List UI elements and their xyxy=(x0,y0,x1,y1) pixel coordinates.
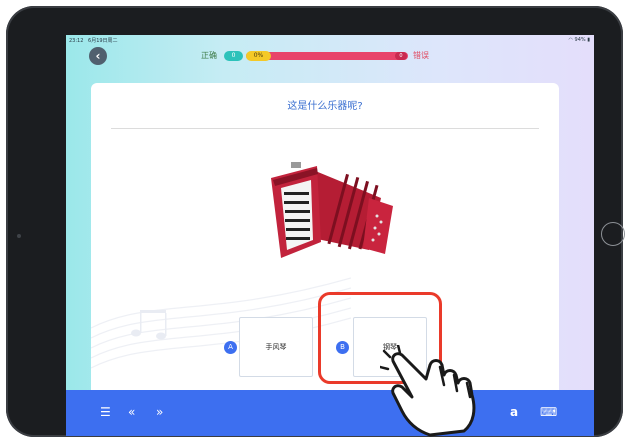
wrong-count-badge: 0 xyxy=(395,52,407,60)
correct-label: 正确 xyxy=(201,51,217,60)
correct-count-badge: 0 xyxy=(224,51,243,61)
battery-text: 94% xyxy=(574,37,586,43)
wrong-label: 错误 xyxy=(413,51,429,60)
pointing-hand-icon xyxy=(380,345,476,437)
option-a-badge: A xyxy=(224,341,237,354)
battery-icon: ▮ xyxy=(587,37,590,43)
a-icon[interactable]: a xyxy=(510,405,518,419)
status-bar: 23:12 6月19日周二 ◠ 94% ▮ xyxy=(66,35,594,45)
score-progress: 正确 0 0% 0 错误 xyxy=(201,50,461,62)
bottom-toolbar: ☰ « » a ⌨ xyxy=(66,390,594,436)
tablet-frame: 23:12 6月19日周二 ◠ 94% ▮ ‹ 正确 0 0% 0 错误 这是什… xyxy=(6,6,625,437)
time-text: 23:12 xyxy=(69,38,84,44)
option-a-button[interactable]: 手风琴 xyxy=(239,317,313,377)
double-chevron-right-icon[interactable]: » xyxy=(156,405,163,419)
list-icon[interactable]: ☰ xyxy=(100,405,111,419)
question-text: 这是什么乐器呢? xyxy=(287,101,363,112)
keyboard-icon[interactable]: ⌨ xyxy=(540,405,557,419)
home-button[interactable] xyxy=(601,222,625,246)
camera-dot xyxy=(17,234,21,238)
double-chevron-left-icon[interactable]: « xyxy=(128,405,135,419)
chevron-left-icon: ‹ xyxy=(95,49,101,63)
date-text: 6月19日周二 xyxy=(88,38,118,44)
status-time: 23:12 6月19日周二 xyxy=(69,37,118,44)
progress-bar: 0% 0 xyxy=(246,51,408,61)
wifi-icon: ◠ xyxy=(568,37,573,43)
back-button[interactable]: ‹ xyxy=(89,47,107,65)
status-right: ◠ 94% ▮ xyxy=(569,37,590,43)
divider xyxy=(111,128,539,129)
progress-fill: 0% xyxy=(246,51,271,61)
accordion-image xyxy=(271,162,393,258)
